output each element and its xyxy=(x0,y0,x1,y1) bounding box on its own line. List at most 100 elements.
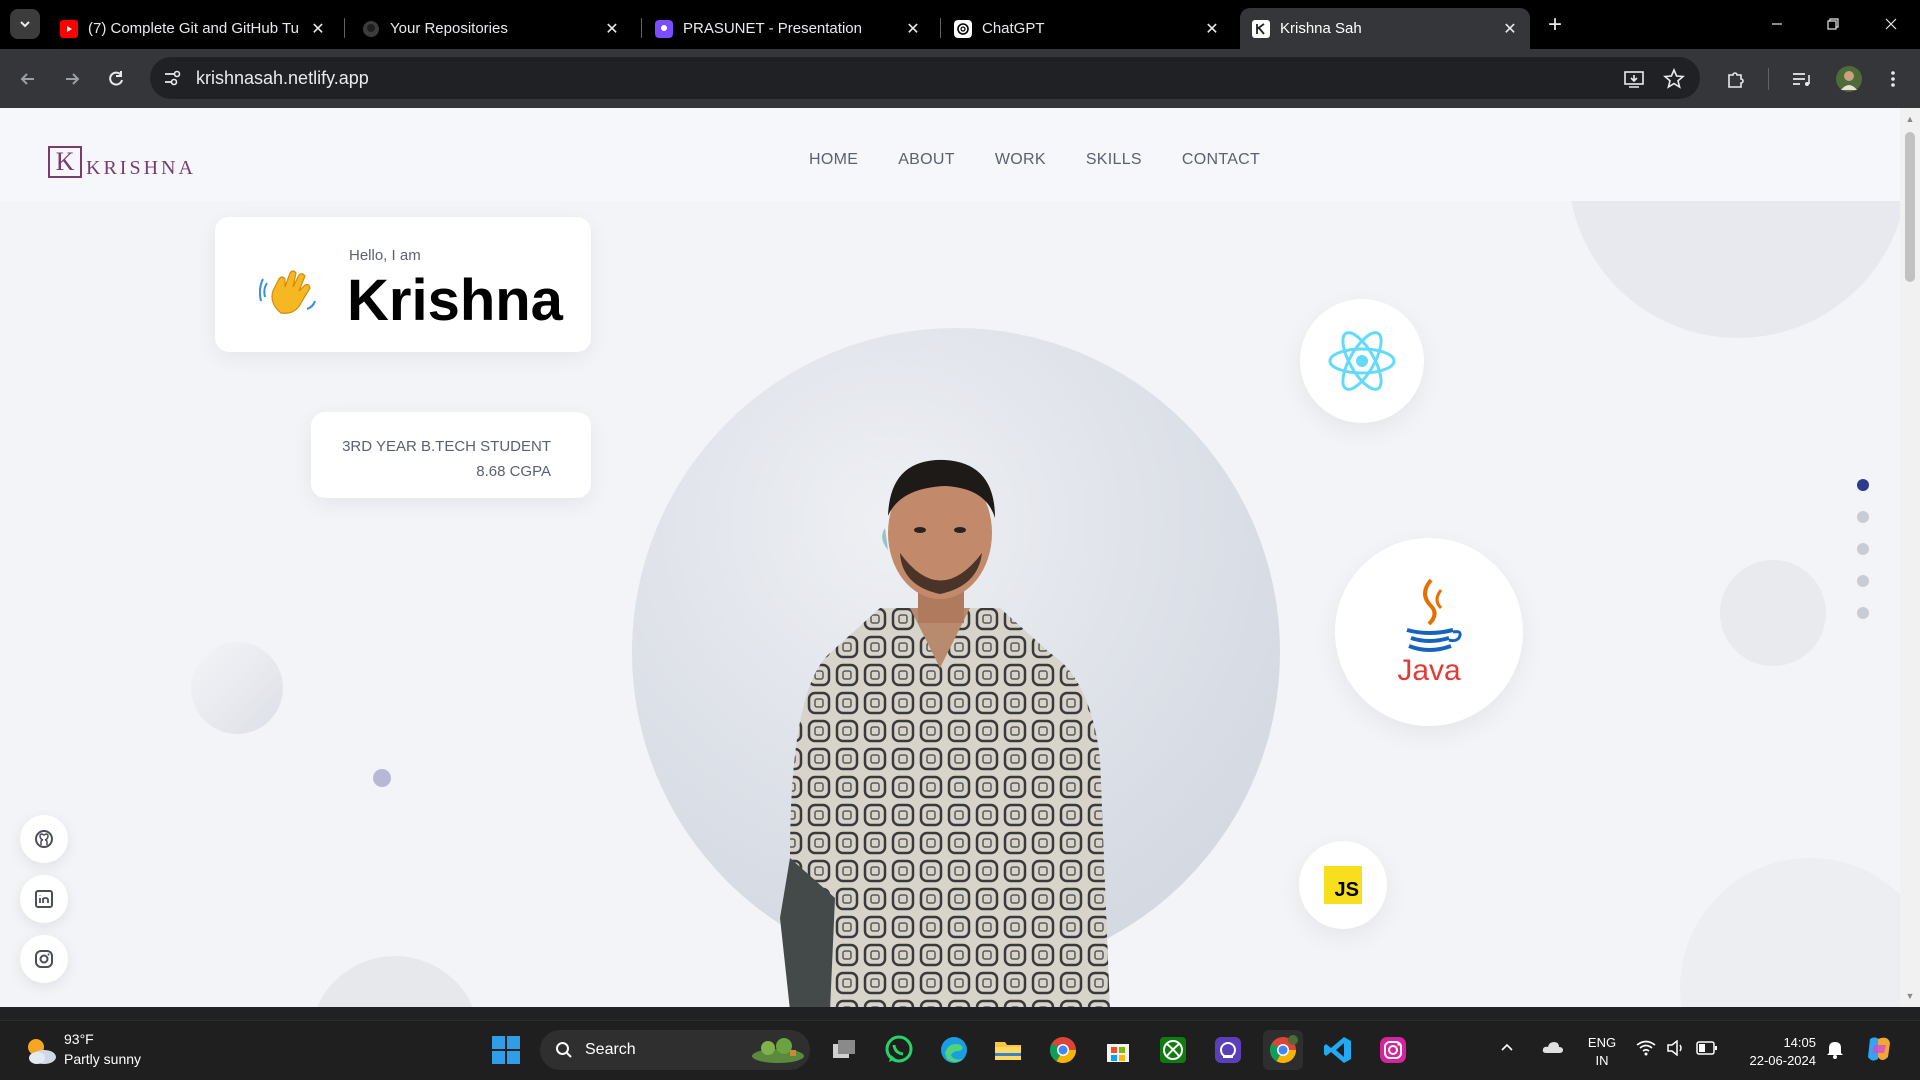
taskbar-app-photo[interactable] xyxy=(1208,1030,1248,1070)
tray-overflow-icon[interactable] xyxy=(1499,1039,1515,1060)
nav-home[interactable]: HOME xyxy=(809,151,858,169)
section-dot[interactable] xyxy=(1857,479,1869,491)
start-button[interactable] xyxy=(486,1030,526,1070)
js-label: JS xyxy=(1334,879,1359,901)
language-indicator[interactable]: ENG IN xyxy=(1582,1034,1622,1070)
section-dot[interactable] xyxy=(1857,575,1869,587)
taskbar-app-instagram[interactable] xyxy=(1373,1030,1413,1070)
site-info-icon[interactable] xyxy=(162,68,182,88)
tab-github[interactable]: Your Repositories ✕ xyxy=(350,8,632,49)
tab-chatgpt[interactable]: ChatGPT ✕ xyxy=(942,8,1232,49)
windows-icon xyxy=(492,1036,520,1064)
media-control-button[interactable] xyxy=(1785,63,1817,95)
url-text[interactable]: krishnasah.netlify.app xyxy=(196,68,369,89)
wifi-icon[interactable] xyxy=(1636,1040,1656,1061)
xbox-icon xyxy=(1160,1037,1186,1063)
new-tab-button[interactable]: + xyxy=(1542,11,1568,38)
section-dot[interactable] xyxy=(1857,543,1869,555)
chevron-down-icon xyxy=(20,21,30,28)
scroll-up-icon[interactable]: ▲ xyxy=(1905,114,1915,124)
nav-about[interactable]: ABOUT xyxy=(898,151,955,169)
reload-icon xyxy=(109,71,123,86)
taskbar-app-chrome-profile[interactable] xyxy=(1263,1030,1303,1070)
copilot-icon[interactable] xyxy=(1864,1035,1894,1068)
more-vertical-icon xyxy=(1891,71,1895,87)
weather-description[interactable]: Partly sunny xyxy=(64,1051,141,1067)
notification-bell-icon[interactable] xyxy=(1826,1039,1844,1064)
profile-avatar[interactable] xyxy=(1833,63,1865,95)
close-icon[interactable]: ✕ xyxy=(903,19,923,39)
main-nav: HOME ABOUT WORK SKILLS CONTACT xyxy=(809,151,1260,169)
windows-taskbar: 93°F Partly sunny Search ENG IN 14:05 22… xyxy=(0,1020,1920,1080)
photo-app-icon xyxy=(1215,1037,1241,1063)
scroll-thumb[interactable] xyxy=(1905,132,1915,282)
tab-youtube[interactable]: (7) Complete Git and GitHub Tu ✕ xyxy=(48,8,338,49)
taskbar-app-xbox[interactable] xyxy=(1153,1030,1193,1070)
taskbar-app-whatsapp[interactable] xyxy=(879,1030,919,1070)
greeting-text: Hello, I am xyxy=(349,247,421,264)
reload-button[interactable] xyxy=(100,63,132,95)
install-app-icon[interactable] xyxy=(1622,67,1646,91)
taskbar-search[interactable]: Search xyxy=(540,1030,810,1070)
restore-icon xyxy=(1827,18,1839,30)
react-icon xyxy=(1328,331,1396,391)
tab-search-button[interactable] xyxy=(10,9,40,39)
student-status: 3RD YEAR B.TECH STUDENT xyxy=(342,438,551,455)
arrow-right-icon xyxy=(66,73,80,85)
nav-skills[interactable]: SKILLS xyxy=(1086,151,1142,169)
task-view-button[interactable] xyxy=(824,1030,864,1070)
java-label: Java xyxy=(1397,654,1461,687)
decor-dot xyxy=(373,769,391,787)
decor-blob xyxy=(1680,858,1900,1007)
hero-name: Krishna xyxy=(347,268,563,333)
weather-icon[interactable] xyxy=(22,1033,58,1069)
scroll-down-icon[interactable]: ▼ xyxy=(1905,991,1915,1001)
bookmark-star-icon[interactable] xyxy=(1662,67,1686,91)
battery-icon[interactable] xyxy=(1696,1041,1718,1060)
github-link[interactable] xyxy=(20,815,68,863)
clock[interactable]: 14:05 22-06-2024 xyxy=(1726,1034,1817,1070)
minimize-button[interactable] xyxy=(1752,8,1802,40)
close-icon[interactable]: ✕ xyxy=(602,19,622,39)
restore-button[interactable] xyxy=(1808,8,1858,40)
javascript-skill-bubble: JS xyxy=(1299,841,1387,929)
extensions-button[interactable] xyxy=(1720,63,1752,95)
page-scrollbar[interactable]: ▲ ▼ xyxy=(1900,108,1920,1007)
instagram-icon xyxy=(1380,1037,1406,1063)
instagram-link[interactable] xyxy=(20,935,68,983)
close-window-button[interactable] xyxy=(1866,8,1916,40)
region-code: IN xyxy=(1595,1053,1609,1068)
portfolio-page: K KRISHNA HOME ABOUT WORK SKILLS CONTACT xyxy=(0,108,1900,1007)
clock-time: 14:05 xyxy=(1783,1035,1816,1050)
onedrive-icon[interactable] xyxy=(1542,1039,1564,1060)
logo-letter: K xyxy=(48,146,82,178)
decor-blob xyxy=(1720,560,1826,666)
close-icon[interactable]: ✕ xyxy=(1500,19,1520,39)
react-skill-bubble xyxy=(1300,299,1424,423)
section-dot[interactable] xyxy=(1857,607,1869,619)
back-button[interactable] xyxy=(12,63,44,95)
section-dot[interactable] xyxy=(1857,511,1869,523)
github-icon xyxy=(362,20,380,38)
linkedin-link[interactable] xyxy=(20,875,68,923)
taskbar-app-edge[interactable] xyxy=(934,1030,974,1070)
github-icon xyxy=(35,830,53,848)
taskbar-app-vscode[interactable] xyxy=(1318,1030,1358,1070)
youtube-icon xyxy=(60,19,78,38)
avatar xyxy=(1836,66,1862,92)
address-bar[interactable]: krishnasah.netlify.app xyxy=(150,57,1700,99)
weather-temperature[interactable]: 93°F xyxy=(64,1031,94,1047)
volume-icon[interactable] xyxy=(1666,1039,1686,1061)
nav-work[interactable]: WORK xyxy=(995,151,1046,169)
close-icon[interactable]: ✕ xyxy=(308,19,328,39)
taskbar-app-chrome[interactable] xyxy=(1043,1030,1083,1070)
tab-krishna-sah[interactable]: Krishna Sah ✕ xyxy=(1240,8,1530,49)
close-icon[interactable]: ✕ xyxy=(1202,19,1222,39)
tab-prasunet[interactable]: PRASUNET - Presentation ✕ xyxy=(643,8,933,49)
nav-contact[interactable]: CONTACT xyxy=(1182,151,1260,169)
taskbar-app-file-explorer[interactable] xyxy=(988,1030,1028,1070)
forward-button[interactable] xyxy=(56,63,88,95)
taskbar-app-store[interactable] xyxy=(1098,1030,1138,1070)
site-logo[interactable]: K KRISHNA xyxy=(48,146,196,179)
browser-menu-button[interactable] xyxy=(1877,63,1909,95)
